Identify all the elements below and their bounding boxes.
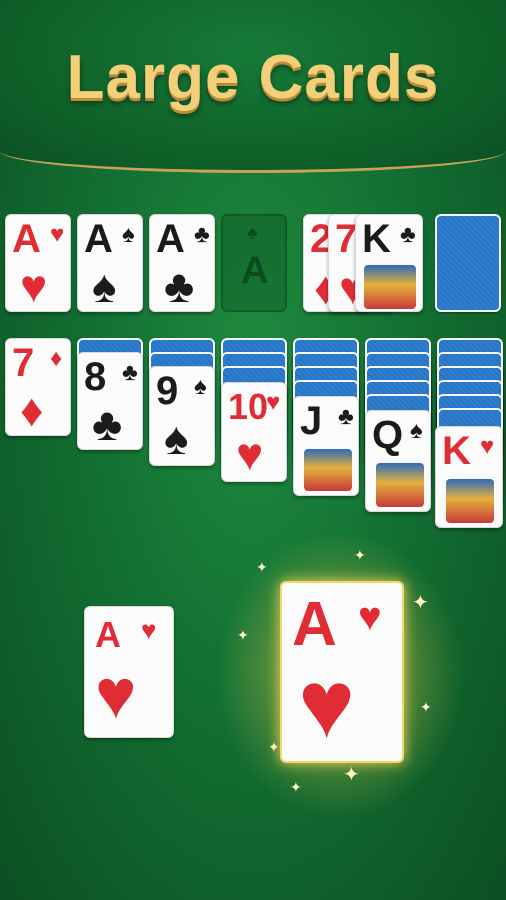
spade-icon: ♠ <box>410 417 423 444</box>
header-banner: Large Cards <box>0 0 506 173</box>
foundation-clubs[interactable]: A ♣ ♣ <box>149 214 215 312</box>
card-rank: 7 <box>335 217 358 261</box>
card-rank: 9 <box>156 369 179 413</box>
card-rank: A <box>95 614 121 655</box>
heart-icon: ♥ <box>480 433 495 460</box>
club-icon: ♣ <box>400 221 416 248</box>
club-icon: ♣ <box>92 398 123 450</box>
card-rank: 8 <box>84 355 107 399</box>
card-rank: A <box>12 217 41 261</box>
foundation-spades[interactable]: A ♠ ♠ <box>77 214 143 312</box>
tableau-card[interactable]: 10 ♥ ♥ <box>221 382 287 482</box>
tableau-card[interactable]: J ♣ <box>293 396 359 496</box>
stock-pile[interactable] <box>435 214 501 312</box>
heart-icon: ♥ <box>298 651 355 758</box>
tableau-card[interactable]: 9 ♠ ♠ <box>149 366 215 466</box>
queen-face-image <box>376 463 424 507</box>
card-rank: A <box>84 217 113 261</box>
card-rank: A <box>156 217 185 261</box>
tableau-card[interactable]: Q ♠ <box>365 410 431 512</box>
large-card-example: A ♥ ♥ <box>280 581 404 763</box>
king-face-image <box>446 479 494 523</box>
foundation-empty-slot[interactable]: ♠ A <box>221 214 287 312</box>
diamond-icon: ♦ <box>50 345 63 372</box>
card-rank: J <box>300 399 323 443</box>
sparkle-icon: ✦ <box>343 764 360 786</box>
card-rank: A <box>292 590 337 659</box>
page-title: Large Cards <box>66 43 440 112</box>
card-rank: Q <box>372 413 404 457</box>
heart-icon: ♥ <box>50 221 65 248</box>
heart-icon: ♥ <box>358 595 382 639</box>
heart-icon: ♥ <box>20 260 48 312</box>
diamond-icon: ♦ <box>20 384 44 436</box>
card-rank: K <box>362 217 391 261</box>
tableau-card[interactable]: 7 ♦ ♦ <box>5 338 71 436</box>
sparkle-icon: ✦ <box>412 592 429 614</box>
foundation-hearts[interactable]: A ♥ ♥ <box>5 214 71 312</box>
spade-icon: ♠ <box>194 373 207 400</box>
heart-icon: ♥ <box>236 428 264 480</box>
club-icon: ♣ <box>338 403 354 430</box>
jack-face-image <box>304 449 352 491</box>
spade-icon: ♠ <box>92 260 117 312</box>
small-card-example: A ♥ ♥ <box>84 606 174 738</box>
tableau-card[interactable]: K ♥ <box>435 426 503 528</box>
sparkle-icon: ✦ <box>290 779 302 795</box>
king-face-image <box>364 265 416 309</box>
spade-icon: ♠ <box>122 221 135 248</box>
heart-icon: ♥ <box>141 615 157 645</box>
card-rank: K <box>442 429 471 473</box>
sparkle-icon: ✦ <box>237 627 249 643</box>
heart-icon: ♥ <box>95 655 137 733</box>
heart-icon: ♥ <box>266 389 281 416</box>
card-rank: 7 <box>12 341 35 385</box>
card-rank: 10 <box>228 386 269 427</box>
waste-top-card[interactable]: K ♣ <box>355 214 423 312</box>
sparkle-icon: ✦ <box>268 739 280 755</box>
slot-rank: A <box>241 250 269 292</box>
tableau-card[interactable]: 8 ♣ ♣ <box>77 352 143 450</box>
sparkle-icon: ✦ <box>354 547 366 563</box>
club-icon: ♣ <box>164 260 195 312</box>
club-icon: ♣ <box>122 359 138 386</box>
spade-icon: ♠ <box>164 412 189 464</box>
sparkle-icon: ✦ <box>256 559 268 575</box>
sparkle-icon: ✦ <box>420 699 432 715</box>
spade-icon: ♠ <box>247 222 258 244</box>
club-icon: ♣ <box>194 221 210 248</box>
